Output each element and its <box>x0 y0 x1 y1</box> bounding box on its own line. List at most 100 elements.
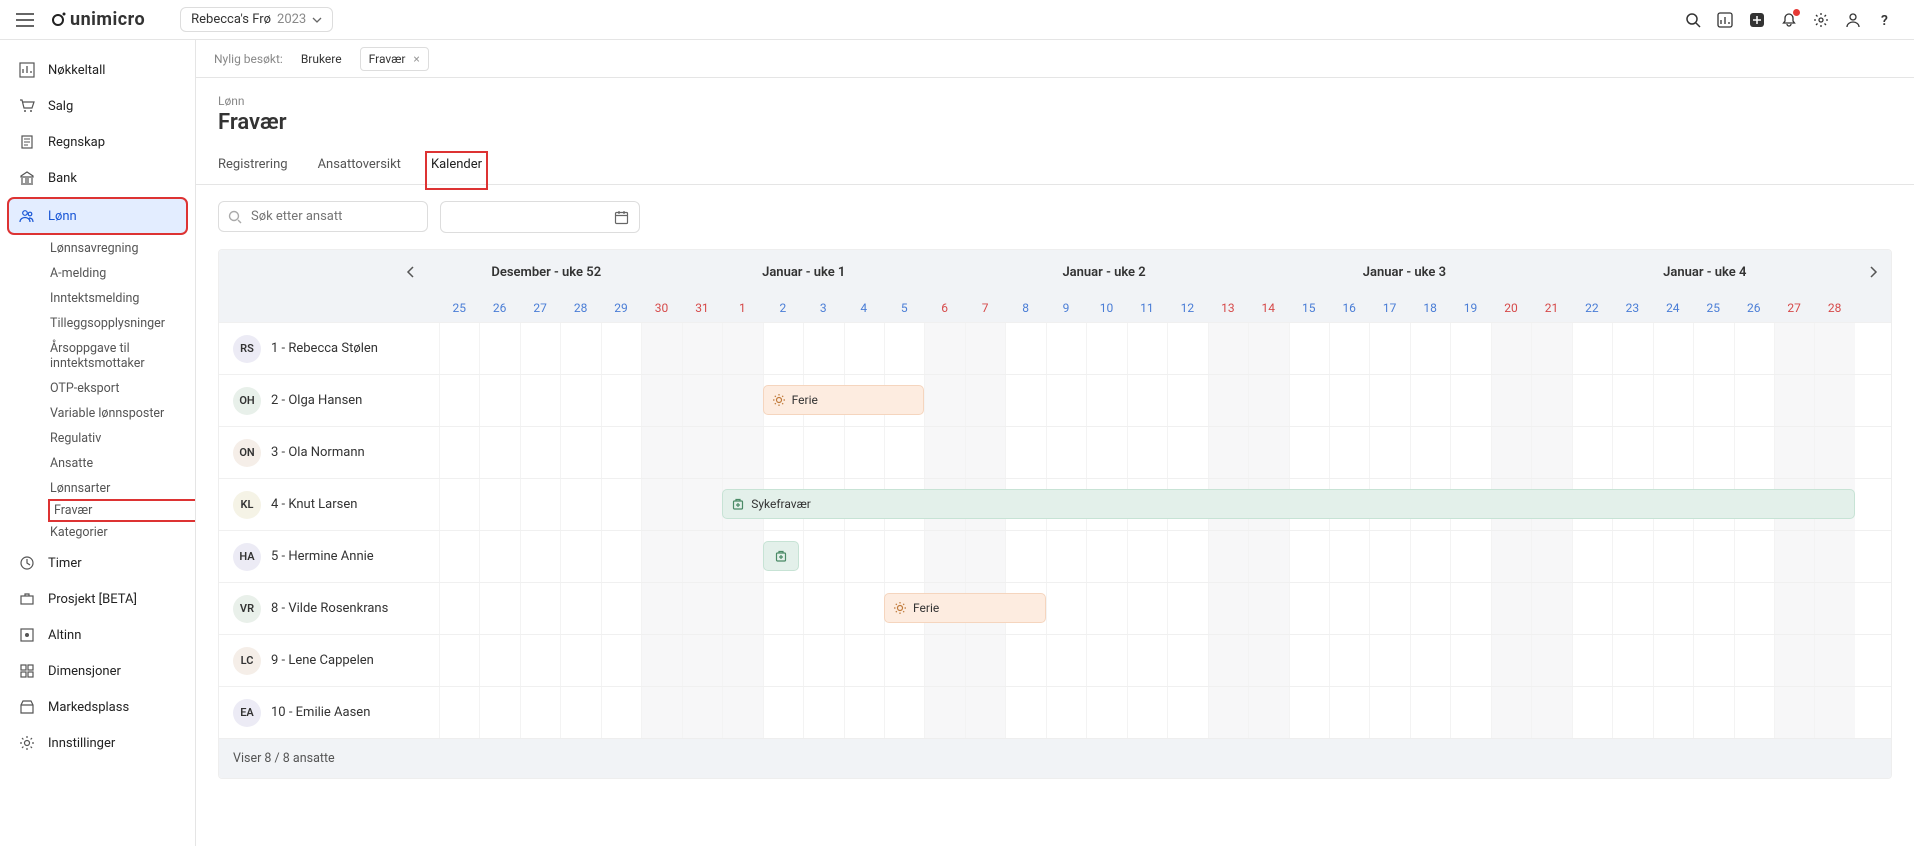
calendar-cell[interactable] <box>1693 427 1733 478</box>
calendar-cell[interactable] <box>1329 635 1369 686</box>
settings-icon[interactable] <box>1812 11 1830 29</box>
tab-kalender[interactable]: Kalender <box>431 157 482 184</box>
calendar-cell[interactable] <box>1410 531 1450 582</box>
calendar-cell[interactable] <box>1208 323 1248 374</box>
calendar-cell[interactable] <box>722 583 762 634</box>
calendar-cell[interactable] <box>1693 583 1733 634</box>
calendar-cell[interactable] <box>1612 635 1652 686</box>
calendar-cell[interactable] <box>601 375 641 426</box>
calendar-cell[interactable] <box>1086 427 1126 478</box>
sidebar-item-innstillinger[interactable]: Innstillinger <box>0 725 195 761</box>
calendar-cell[interactable] <box>439 375 479 426</box>
calendar-cell[interactable] <box>722 687 762 738</box>
calendar-cell[interactable] <box>1491 583 1531 634</box>
calendar-cell[interactable] <box>1450 531 1490 582</box>
calendar-cell[interactable] <box>1410 687 1450 738</box>
calendar-cell[interactable] <box>1369 427 1409 478</box>
calendar-cell[interactable] <box>1369 323 1409 374</box>
calendar-cell[interactable] <box>560 583 600 634</box>
calendar-cell[interactable] <box>1410 635 1450 686</box>
event-ferie[interactable]: Ferie <box>884 593 1046 623</box>
calendar-cell[interactable] <box>1572 583 1612 634</box>
calendar-cell[interactable] <box>641 375 681 426</box>
calendar-cell[interactable] <box>1289 635 1329 686</box>
calendar-cell[interactable] <box>1734 375 1774 426</box>
calendar-cell[interactable] <box>479 479 519 530</box>
calendar-cell[interactable] <box>1450 427 1490 478</box>
calendar-cell[interactable] <box>844 583 884 634</box>
calendar-cell[interactable] <box>884 427 924 478</box>
calendar-cell[interactable] <box>722 531 762 582</box>
calendar-cell[interactable] <box>1127 323 1167 374</box>
calendar-cell[interactable] <box>479 531 519 582</box>
calendar-cell[interactable] <box>1289 427 1329 478</box>
calendar-cell[interactable] <box>1734 583 1774 634</box>
calendar-cell[interactable] <box>1653 583 1693 634</box>
calendar-cell[interactable] <box>560 375 600 426</box>
company-selector[interactable]: Rebecca's Frø 2023 <box>180 7 333 32</box>
calendar-cell[interactable] <box>924 323 964 374</box>
sidebar-sub-inntektsmelding[interactable]: Inntektsmelding <box>0 286 195 311</box>
calendar-cell[interactable] <box>1086 687 1126 738</box>
calendar-cell[interactable] <box>1369 375 1409 426</box>
calendar-cell[interactable] <box>1046 375 1086 426</box>
sidebar-item-lonn[interactable]: Lønn <box>8 198 187 234</box>
calendar-cell[interactable] <box>844 323 884 374</box>
calendar-cell[interactable] <box>682 375 722 426</box>
calendar-cell[interactable] <box>1208 687 1248 738</box>
calendar-cell[interactable] <box>1734 635 1774 686</box>
calendar-cell[interactable] <box>763 583 803 634</box>
calendar-cell[interactable] <box>1814 583 1854 634</box>
calendar-cell[interactable] <box>1774 375 1814 426</box>
calendar-cell[interactable] <box>1127 687 1167 738</box>
calendar-cell[interactable] <box>1814 687 1854 738</box>
calendar-cell[interactable] <box>1410 375 1450 426</box>
calendar-cell[interactable] <box>1531 375 1571 426</box>
calendar-cell[interactable] <box>1774 531 1814 582</box>
calendar-cell[interactable] <box>1086 635 1126 686</box>
calendar-cell[interactable] <box>1572 687 1612 738</box>
calendar-cell[interactable] <box>803 635 843 686</box>
calendar-cell[interactable] <box>884 687 924 738</box>
calendar-cell[interactable] <box>682 635 722 686</box>
calendar-cell[interactable] <box>1653 427 1693 478</box>
calendar-cell[interactable] <box>682 479 722 530</box>
next-week-arrow[interactable] <box>1865 264 1881 280</box>
calendar-cell[interactable] <box>1005 635 1045 686</box>
calendar-cell[interactable] <box>884 531 924 582</box>
calendar-cell[interactable] <box>1653 323 1693 374</box>
calendar-cell[interactable] <box>1046 583 1086 634</box>
calendar-cell[interactable] <box>1005 323 1045 374</box>
calendar-cell[interactable] <box>763 687 803 738</box>
sidebar-sub-lonnsavregning[interactable]: Lønnsavregning <box>0 236 195 261</box>
calendar-cell[interactable] <box>601 583 641 634</box>
calendar-cell[interactable] <box>641 583 681 634</box>
calendar-cell[interactable] <box>1572 427 1612 478</box>
calendar-cell[interactable] <box>1167 323 1207 374</box>
calendar-cell[interactable] <box>601 427 641 478</box>
calendar-cell[interactable] <box>479 375 519 426</box>
calendar-cell[interactable] <box>1127 375 1167 426</box>
calendar-cell[interactable] <box>1774 583 1814 634</box>
calendar-cell[interactable] <box>1814 635 1854 686</box>
sidebar-sub-kategorier[interactable]: Kategorier <box>0 520 195 545</box>
calendar-cell[interactable] <box>1653 687 1693 738</box>
calendar-cell[interactable] <box>1774 635 1814 686</box>
calendar-cell[interactable] <box>1369 531 1409 582</box>
add-icon[interactable] <box>1748 11 1766 29</box>
calendar-cell[interactable] <box>682 323 722 374</box>
calendar-cell[interactable] <box>924 635 964 686</box>
calendar-cell[interactable] <box>1167 427 1207 478</box>
sidebar-sub-amelding[interactable]: A-melding <box>0 261 195 286</box>
calendar-cell[interactable] <box>520 531 560 582</box>
calendar-cell[interactable] <box>1572 323 1612 374</box>
calendar-cell[interactable] <box>479 583 519 634</box>
calendar-cell[interactable] <box>965 531 1005 582</box>
calendar-cell[interactable] <box>641 479 681 530</box>
calendar-cell[interactable] <box>1005 427 1045 478</box>
calendar-cell[interactable] <box>560 323 600 374</box>
calendar-cell[interactable] <box>1814 375 1854 426</box>
sidebar-item-prosjekt[interactable]: Prosjekt [BETA] <box>0 581 195 617</box>
calendar-cell[interactable] <box>1531 323 1571 374</box>
calendar-cell[interactable] <box>1046 427 1086 478</box>
